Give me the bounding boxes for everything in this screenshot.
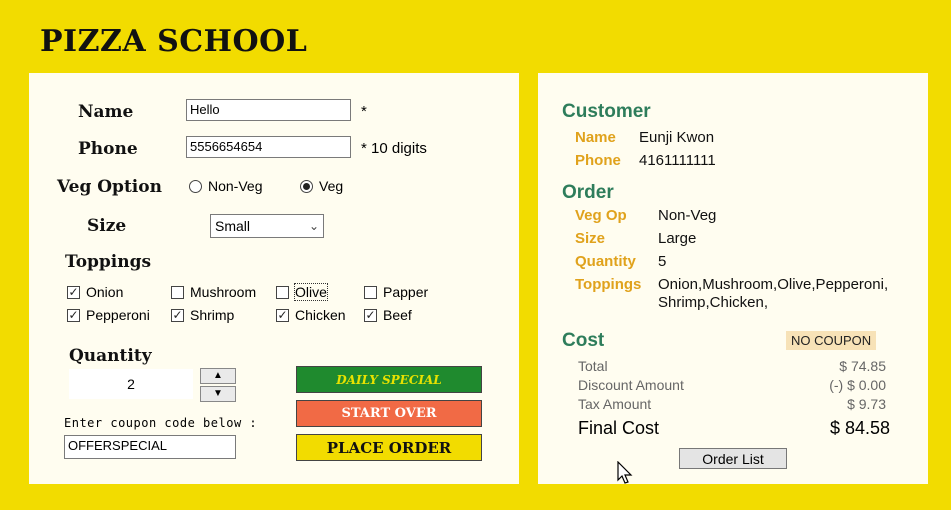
name-input[interactable]: Hello: [186, 99, 351, 121]
topping-label: Chicken: [295, 307, 346, 323]
tax-value: $ 9.73: [847, 396, 886, 412]
toppings-label: Toppings: [65, 252, 152, 272]
checkbox[interactable]: [276, 285, 289, 299]
summary-toppings-line2: Shrimp,Chicken,: [658, 294, 769, 311]
radio-veg[interactable]: Veg: [300, 178, 343, 194]
quantity-increment-button[interactable]: ▲: [200, 368, 236, 384]
topping-pepperoni[interactable]: ✓ Pepperoni: [67, 307, 150, 323]
radio-non-veg-label: Non-Veg: [208, 178, 263, 194]
topping-mushroom[interactable]: Mushroom: [171, 284, 256, 300]
order-summary-panel: Customer Name Eunji Kwon Phone 416111111…: [538, 73, 928, 484]
app-title: PIZZA SCHOOL: [40, 24, 308, 59]
place-order-button[interactable]: PLACE ORDER: [296, 434, 482, 461]
checkbox-checked[interactable]: ✓: [67, 308, 80, 322]
summary-name-label: Name: [575, 129, 616, 146]
topping-onion[interactable]: ✓ Onion: [67, 284, 123, 300]
summary-size-value: Large: [658, 230, 697, 247]
radio-button-selected[interactable]: [300, 179, 313, 193]
topping-label: Pepperoni: [86, 307, 150, 323]
summary-quantity-value: 5: [658, 253, 667, 270]
topping-shrimp[interactable]: ✓ Shrimp: [171, 307, 234, 323]
final-cost-label: Final Cost: [578, 418, 660, 438]
phone-digits-note: * 10 digits: [361, 140, 427, 157]
topping-label: Onion: [86, 284, 124, 300]
cost-heading: Cost: [562, 330, 605, 351]
summary-phone-value: 4161111111: [639, 152, 716, 169]
final-cost-value: $ 84.58: [829, 418, 890, 438]
phone-input[interactable]: 5556654654: [186, 136, 351, 158]
coupon-prompt: Enter coupon code below :: [64, 416, 258, 430]
chevron-down-icon: ⌄: [308, 219, 319, 233]
topping-label: Beef: [383, 307, 412, 323]
topping-label: Olive: [294, 283, 328, 301]
summary-toppings-label: Toppings: [575, 276, 642, 293]
customer-heading: Customer: [562, 101, 651, 122]
checkbox-checked[interactable]: ✓: [276, 308, 289, 322]
summary-size-label: Size: [575, 230, 606, 247]
veg-option-label: Veg Option: [57, 177, 162, 197]
summary-quantity-label: Quantity: [575, 253, 636, 270]
topping-label: Mushroom: [190, 284, 257, 300]
size-label: Size: [87, 216, 127, 236]
name-required-note: *: [361, 103, 367, 120]
topping-olive[interactable]: Olive: [276, 283, 328, 301]
discount-value: (-) $ 0.00: [829, 377, 886, 393]
mouse-cursor-icon: [617, 461, 633, 484]
checkbox-checked[interactable]: ✓: [171, 308, 184, 322]
checkbox-checked[interactable]: ✓: [364, 308, 377, 322]
summary-vegop-value: Non-Veg: [658, 207, 717, 224]
radio-button[interactable]: [189, 179, 202, 193]
start-over-button[interactable]: START OVER: [296, 400, 482, 427]
quantity-decrement-button[interactable]: ▼: [200, 386, 236, 402]
summary-vegop-label: Veg Op: [575, 207, 627, 224]
phone-label: Phone: [78, 139, 138, 159]
summary-toppings-line1: Onion,Mushroom,Olive,Pepperoni,: [658, 276, 889, 293]
discount-label: Discount Amount: [578, 377, 684, 393]
name-label: Name: [78, 102, 134, 122]
daily-special-button[interactable]: DAILY SPECIAL: [296, 366, 482, 393]
checkbox[interactable]: [171, 285, 184, 299]
size-selected-value: Small: [215, 218, 251, 234]
size-select[interactable]: Small ⌄: [210, 214, 324, 238]
quantity-label: Quantity: [69, 346, 152, 366]
summary-phone-label: Phone: [575, 152, 621, 169]
order-heading: Order: [562, 182, 614, 203]
summary-name-value: Eunji Kwon: [639, 129, 715, 146]
quantity-input[interactable]: 2: [69, 369, 193, 399]
tax-label: Tax Amount: [578, 396, 652, 412]
radio-veg-label: Veg: [319, 178, 344, 194]
topping-label: Shrimp: [190, 307, 235, 323]
topping-chicken[interactable]: ✓ Chicken: [276, 307, 346, 323]
radio-non-veg[interactable]: Non-Veg: [189, 178, 262, 194]
topping-papper[interactable]: Papper: [364, 284, 428, 300]
total-label: Total: [578, 358, 608, 374]
coupon-input[interactable]: OFFERSPECIAL: [64, 435, 236, 459]
checkbox[interactable]: [364, 285, 377, 299]
coupon-status-badge: NO COUPON: [786, 331, 877, 350]
total-value: $ 74.85: [839, 358, 886, 374]
topping-beef[interactable]: ✓ Beef: [364, 307, 412, 323]
order-list-button[interactable]: Order List: [679, 448, 787, 469]
checkbox-checked[interactable]: ✓: [67, 285, 80, 299]
topping-label: Papper: [383, 284, 429, 300]
order-form-panel: Name Hello * Phone 5556654654 * 10 digit…: [29, 73, 519, 484]
